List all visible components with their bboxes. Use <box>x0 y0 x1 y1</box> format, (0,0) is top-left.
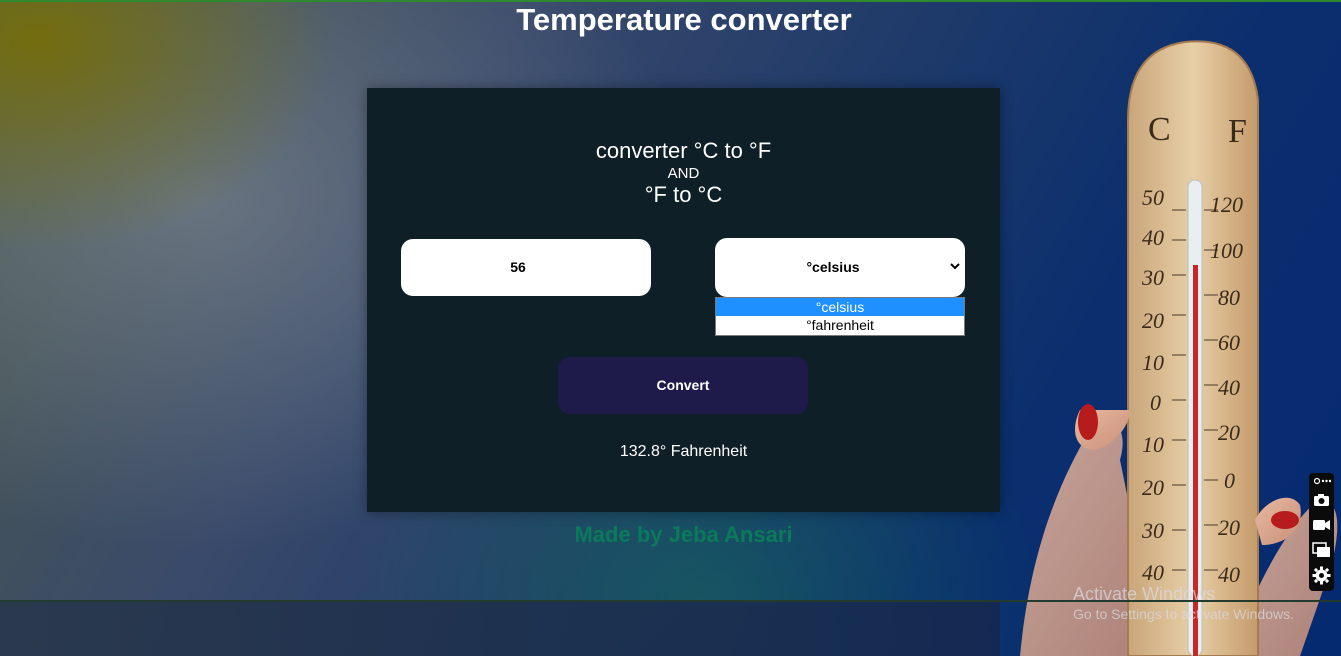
f-tick-label: 80 <box>1218 285 1240 310</box>
f-tick-label: 100 <box>1210 238 1243 263</box>
heading-c-to-f: converter °C to °F <box>595 138 772 163</box>
camera-icon[interactable] <box>1312 490 1331 509</box>
c-tick-label: 40 <box>1142 560 1164 585</box>
c-tick-label: 0 <box>1150 390 1161 415</box>
heading-f-to-c: °F to °C <box>644 182 723 207</box>
watermark-title: Activate Windows <box>1073 584 1216 604</box>
convert-button[interactable]: Convert <box>558 357 808 414</box>
c-tick-label: 20 <box>1142 308 1164 333</box>
chevron-down-icon <box>950 263 960 270</box>
temperature-input[interactable]: 56 <box>401 239 651 296</box>
c-tick-label: 10 <box>1142 432 1164 457</box>
screen-capture-toolbar <box>1309 473 1334 591</box>
f-tick-label: 120 <box>1210 192 1243 217</box>
c-tick-label: 30 <box>1141 518 1164 543</box>
f-tick-label: 20 <box>1218 420 1240 445</box>
windows-activation-watermark: Activate Windows Go to Settings to activ… <box>1073 583 1294 623</box>
option-celsius[interactable]: °celsius <box>716 298 964 316</box>
unit-select[interactable]: °celsius <box>715 238 965 297</box>
heading-and: AND <box>667 165 700 182</box>
settings-icon[interactable] <box>1312 566 1331 585</box>
unit-dropdown-list: °celsius °fahrenheit <box>715 297 965 336</box>
c-tick-label: 10 <box>1142 350 1164 375</box>
credit-text: Made by Jeba Ansari <box>574 522 793 547</box>
video-icon[interactable] <box>1312 515 1331 534</box>
c-tick-label: 40 <box>1142 225 1164 250</box>
unit-select-value: °celsius <box>806 259 860 275</box>
f-tick-label: 40 <box>1218 375 1240 400</box>
c-tick-label: 30 <box>1141 265 1164 290</box>
more-icon[interactable] <box>1312 475 1331 487</box>
c-tick-label: 20 <box>1142 475 1164 500</box>
option-fahrenheit[interactable]: °fahrenheit <box>716 316 964 334</box>
scale-c-label: C <box>1148 111 1171 148</box>
footer-band <box>0 602 1000 656</box>
scale-f-label: F <box>1228 113 1247 150</box>
converter-card: converter °C to °F AND °F to °C 56 °cels… <box>367 88 1000 512</box>
c-tick-label: 50 <box>1142 185 1164 210</box>
f-tick-label: 60 <box>1218 330 1240 355</box>
f-tick-label: 20 <box>1218 515 1240 540</box>
f-tick-label: 0 <box>1224 468 1235 493</box>
thermometer-illustration: C F 50 40 30 20 10 0 10 20 30 40 120 100… <box>1000 30 1341 656</box>
conversion-result: 132.8° Fahrenheit <box>619 443 748 460</box>
window-icon[interactable] <box>1312 540 1331 559</box>
watermark-subtitle: Go to Settings to activate Windows. <box>1073 606 1294 622</box>
